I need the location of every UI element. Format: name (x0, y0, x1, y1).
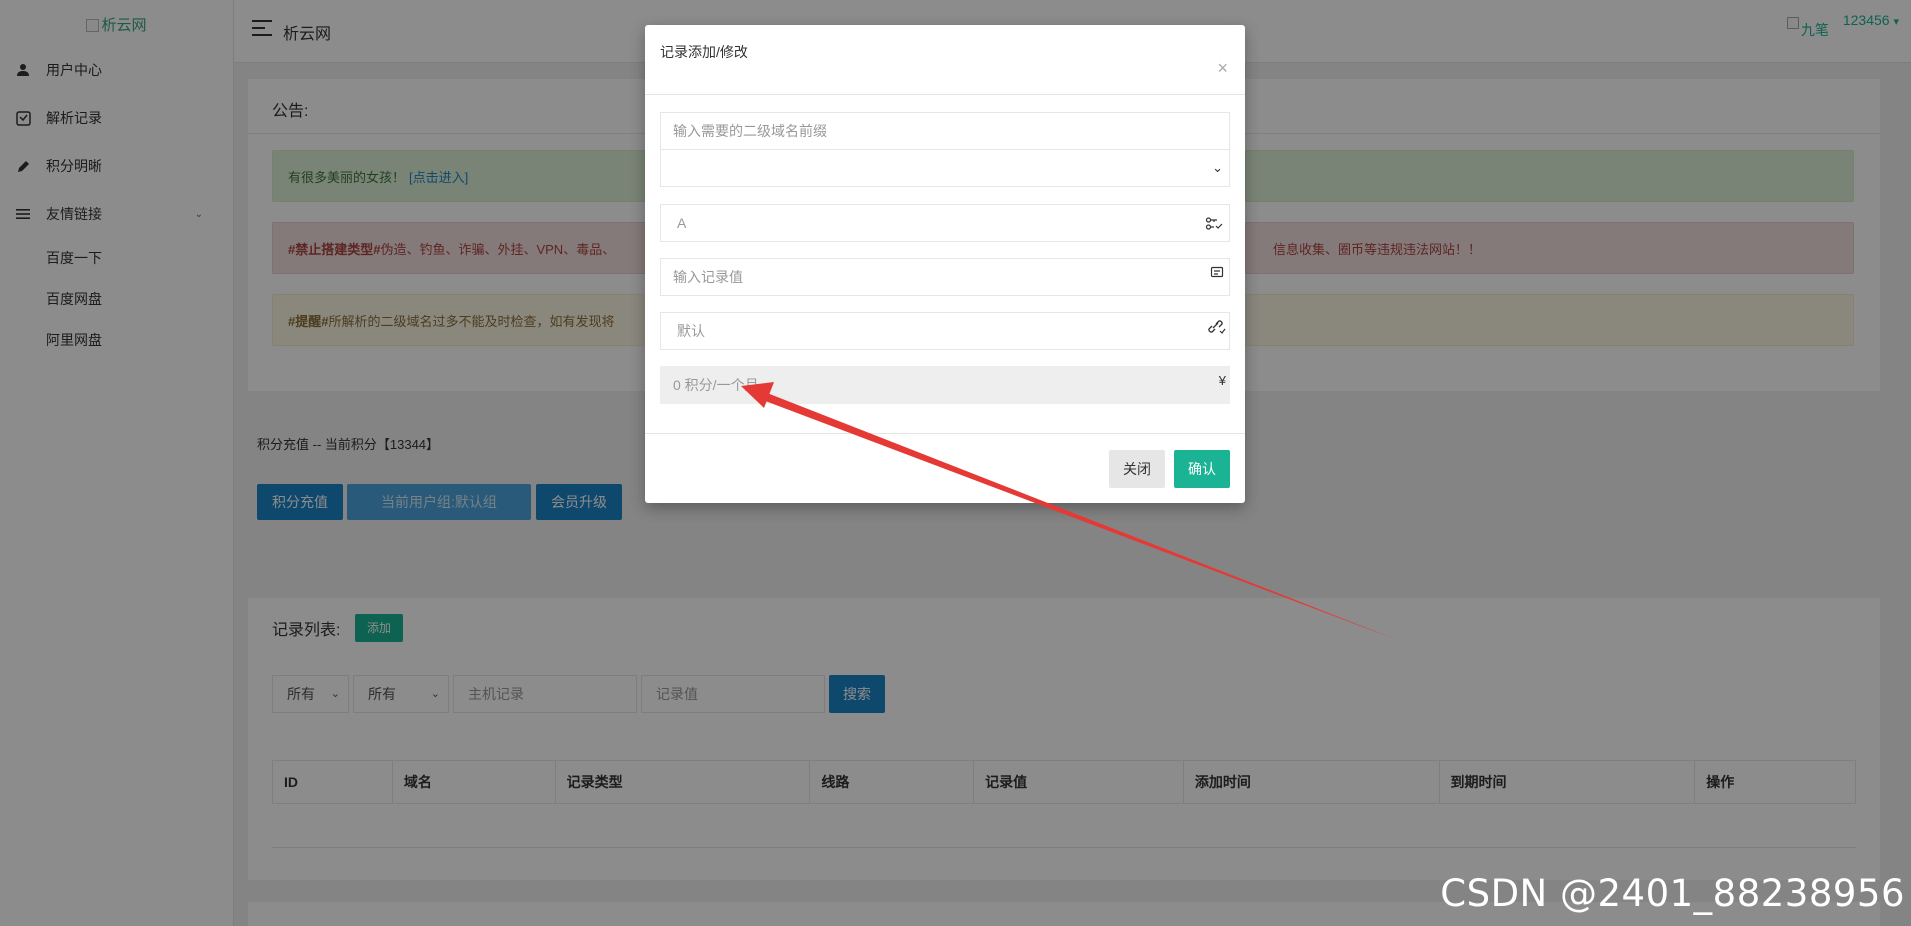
record-value-field[interactable]: 输入记录值 (660, 258, 1230, 296)
yen-icon: ¥ (1218, 373, 1226, 388)
edit-note-icon (1210, 266, 1224, 283)
domain-select[interactable]: ⌄ (660, 149, 1230, 187)
modal-title: 记录添加/修改 (660, 44, 748, 60)
chevron-down-icon: ⌄ (1212, 160, 1223, 175)
close-icon[interactable]: × (1217, 59, 1228, 77)
close-button[interactable]: 关闭 (1109, 450, 1165, 488)
record-type-select[interactable]: A (660, 204, 1230, 242)
divider (645, 433, 1245, 434)
subdomain-prefix-input[interactable]: 输入需要的二级域名前缀 (660, 112, 1230, 150)
link-icon (1208, 320, 1226, 337)
watermark-text: CSDN @2401_88238956 (1440, 872, 1905, 915)
cost-field: 0 积分/一个月 (660, 366, 1230, 404)
divider (645, 94, 1245, 95)
key-icon (1205, 205, 1223, 245)
record-type-value: A (677, 215, 687, 231)
line-select[interactable]: 默认 (660, 312, 1230, 350)
record-edit-modal: 记录添加/修改 × 输入需要的二级域名前缀 ⌄ A 输入记录值 默认 0 积分/… (645, 25, 1245, 503)
confirm-button[interactable]: 确认 (1174, 450, 1230, 488)
